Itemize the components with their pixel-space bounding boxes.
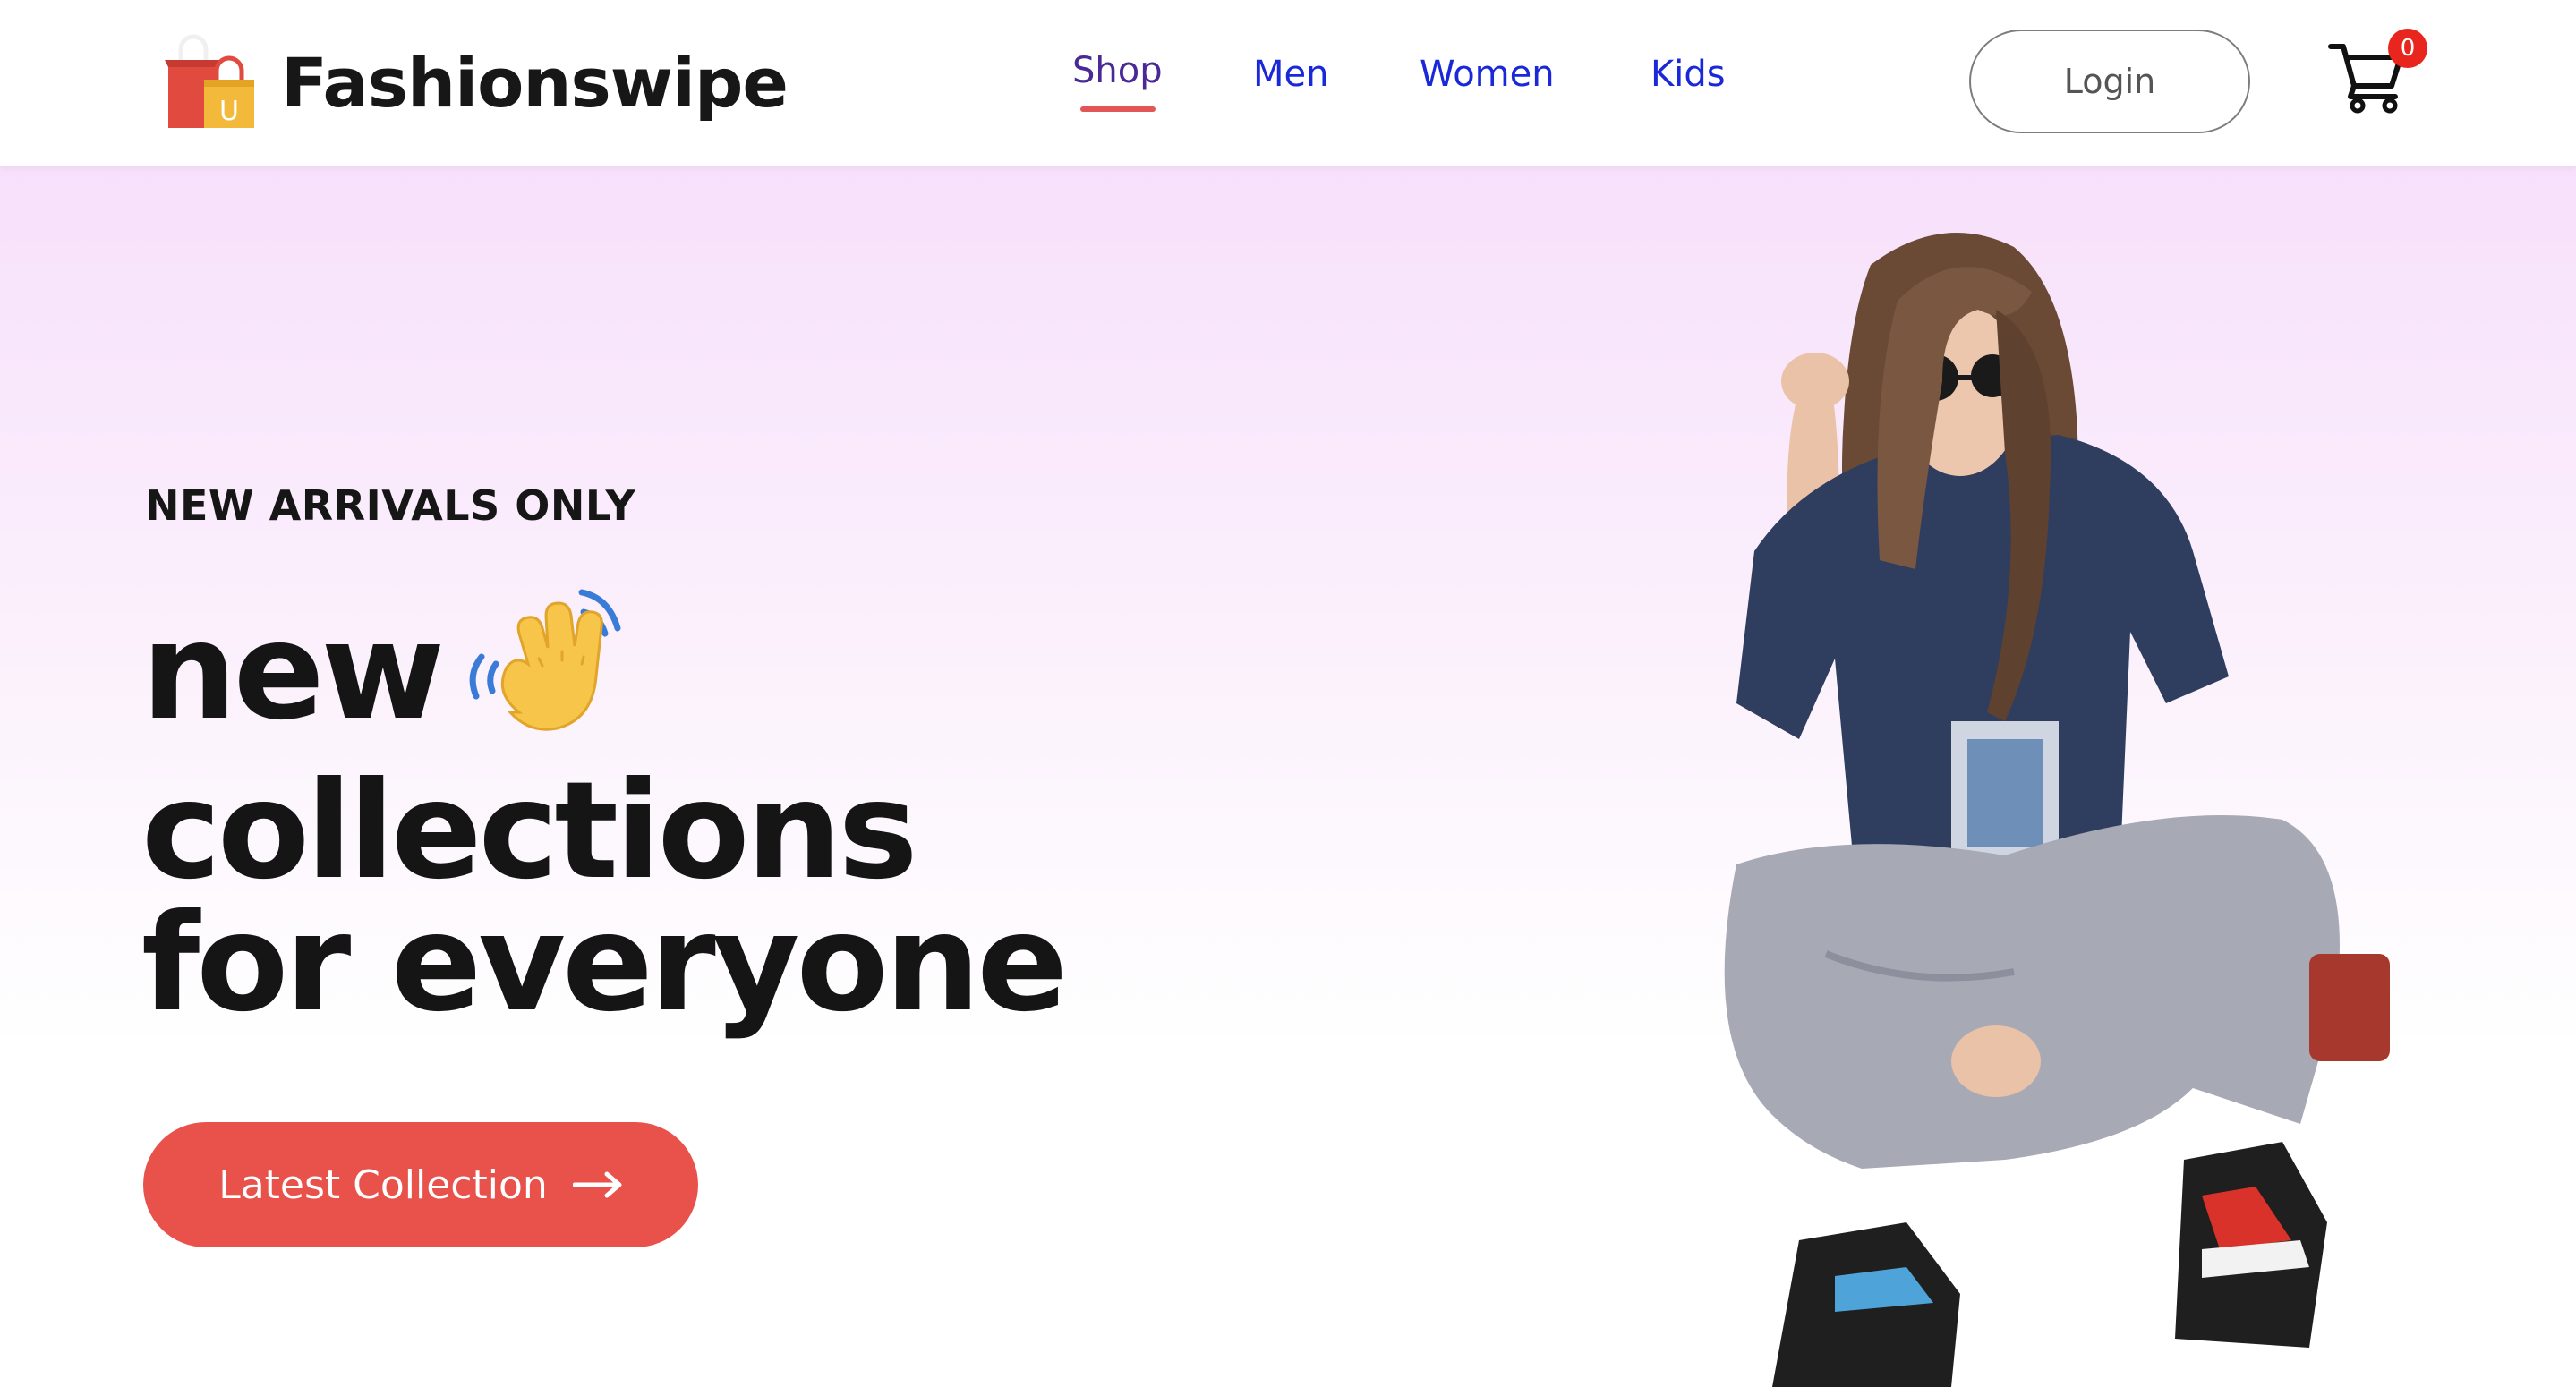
- shopping-bags-icon: U: [165, 34, 254, 128]
- brand-name: Fashionswipe: [281, 42, 789, 123]
- brand[interactable]: U Fashionswipe: [152, 29, 789, 136]
- nav-item-shop[interactable]: Shop: [1072, 50, 1163, 91]
- hero-headline-line-2: collections: [141, 753, 918, 909]
- cart-count-badge: 0: [2388, 29, 2427, 68]
- hero-headline-line-3: for everyone: [141, 886, 1068, 1042]
- hero-headline-line-1: new: [141, 594, 445, 750]
- top-navbar: U Fashionswipe Shop Men Women Kids Login…: [0, 0, 2576, 166]
- latest-collection-label: Latest Collection: [218, 1162, 548, 1208]
- nav-item-women[interactable]: Women: [1420, 54, 1555, 95]
- arrow-right-icon: [572, 1171, 622, 1198]
- nav-active-underline: [1080, 106, 1156, 112]
- hero-section: NEW ARRIVALS ONLY new collections for ev…: [0, 166, 2576, 1387]
- latest-collection-button[interactable]: Latest Collection: [143, 1122, 698, 1247]
- nav-item-men[interactable]: Men: [1253, 54, 1328, 95]
- hero-eyebrow: NEW ARRIVALS ONLY: [145, 481, 636, 530]
- nav-item-kids[interactable]: Kids: [1651, 54, 1726, 95]
- login-button[interactable]: Login: [1969, 30, 2250, 133]
- waving-hand-icon: [469, 589, 621, 731]
- logo-badge-letter: U: [219, 96, 239, 127]
- hero-model-photo: [1724, 233, 2390, 1387]
